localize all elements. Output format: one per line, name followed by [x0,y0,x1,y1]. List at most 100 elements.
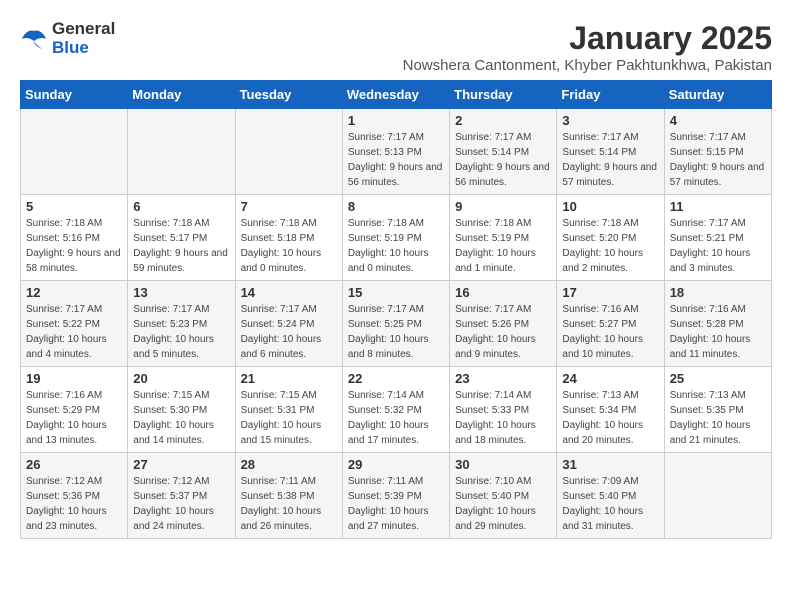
day-number: 14 [241,285,337,300]
week-row-5: 26 Sunrise: 7:12 AMSunset: 5:36 PMDayligh… [21,453,772,539]
day-info: Sunrise: 7:15 AMSunset: 5:30 PMDaylight:… [133,388,229,448]
calendar-cell: 18 Sunrise: 7:16 AMSunset: 5:28 PMDayligh… [664,281,771,367]
day-number: 5 [26,199,122,214]
calendar-cell: 14Sunrise: 7:17 AMSunset: 5:24 PMDayligh… [235,281,342,367]
calendar-cell: 29 Sunrise: 7:11 AMSunset: 5:39 PMDayligh… [342,453,449,539]
day-number: 11 [670,199,766,214]
calendar-cell: 16 Sunrise: 7:17 AMSunset: 5:26 PMDayligh… [450,281,557,367]
header-tuesday: Tuesday [235,81,342,109]
day-number: 21 [241,371,337,386]
day-info: Sunrise: 7:13 AMSunset: 5:35 PMDaylight:… [670,388,766,448]
title-block: January 2025 Nowshera Cantonment, Khyber… [403,20,772,74]
day-number: 9 [455,199,551,214]
day-info: Sunrise: 7:18 AMSunset: 5:19 PMDaylight:… [455,216,551,276]
day-number: 10 [562,199,658,214]
calendar-cell: 25Sunrise: 7:13 AMSunset: 5:35 PMDayligh… [664,367,771,453]
day-info: Sunrise: 7:17 AMSunset: 5:14 PMDaylight:… [455,130,551,190]
header-saturday: Saturday [664,81,771,109]
week-row-3: 12 Sunrise: 7:17 AMSunset: 5:22 PMDayligh… [21,281,772,367]
day-info: Sunrise: 7:12 AMSunset: 5:36 PMDaylight:… [26,474,122,534]
day-number: 20 [133,371,229,386]
day-number: 3 [562,113,658,128]
day-info: Sunrise: 7:13 AMSunset: 5:34 PMDaylight:… [562,388,658,448]
day-number: 1 [348,113,444,128]
day-info: Sunrise: 7:11 AMSunset: 5:39 PMDaylight:… [348,474,444,534]
calendar-cell: 5 Sunrise: 7:18 AMSunset: 5:16 PMDaylight… [21,195,128,281]
day-info: Sunrise: 7:18 AMSunset: 5:20 PMDaylight:… [562,216,658,276]
day-info: Sunrise: 7:12 AMSunset: 5:37 PMDaylight:… [133,474,229,534]
day-number: 28 [241,457,337,472]
calendar-cell: 27 Sunrise: 7:12 AMSunset: 5:37 PMDayligh… [128,453,235,539]
day-info: Sunrise: 7:16 AMSunset: 5:28 PMDaylight:… [670,302,766,362]
day-info: Sunrise: 7:18 AMSunset: 5:19 PMDaylight:… [348,216,444,276]
day-number: 4 [670,113,766,128]
calendar-cell: 28 Sunrise: 7:11 AMSunset: 5:38 PMDayligh… [235,453,342,539]
day-number: 27 [133,457,229,472]
day-info: Sunrise: 7:15 AMSunset: 5:31 PMDaylight:… [241,388,337,448]
week-row-4: 19Sunrise: 7:16 AMSunset: 5:29 PMDayligh… [21,367,772,453]
logo-general: General [52,19,115,38]
day-number: 30 [455,457,551,472]
calendar-cell: 26 Sunrise: 7:12 AMSunset: 5:36 PMDayligh… [21,453,128,539]
calendar-cell: 24 Sunrise: 7:13 AMSunset: 5:34 PMDayligh… [557,367,664,453]
calendar-cell [128,109,235,195]
day-number: 6 [133,199,229,214]
calendar-cell: 23Sunrise: 7:14 AMSunset: 5:33 PMDayligh… [450,367,557,453]
day-info: Sunrise: 7:10 AMSunset: 5:40 PMDaylight:… [455,474,551,534]
header-row: SundayMondayTuesdayWednesdayThursdayFrid… [21,81,772,109]
header-friday: Friday [557,81,664,109]
day-info: Sunrise: 7:17 AMSunset: 5:23 PMDaylight:… [133,302,229,362]
day-number: 26 [26,457,122,472]
week-row-2: 5 Sunrise: 7:18 AMSunset: 5:16 PMDaylight… [21,195,772,281]
calendar-cell: 4 Sunrise: 7:17 AMSunset: 5:15 PMDaylight… [664,109,771,195]
calendar-cell [21,109,128,195]
calendar-cell: 22 Sunrise: 7:14 AMSunset: 5:32 PMDayligh… [342,367,449,453]
logo-icon [20,27,48,51]
day-number: 18 [670,285,766,300]
day-info: Sunrise: 7:17 AMSunset: 5:22 PMDaylight:… [26,302,122,362]
header-sunday: Sunday [21,81,128,109]
logo-blue: Blue [52,38,89,57]
day-info: Sunrise: 7:18 AMSunset: 5:16 PMDaylight:… [26,216,122,276]
day-info: Sunrise: 7:11 AMSunset: 5:38 PMDaylight:… [241,474,337,534]
day-number: 13 [133,285,229,300]
day-number: 7 [241,199,337,214]
logo-text: General Blue [52,20,115,57]
day-number: 8 [348,199,444,214]
calendar-cell: 8 Sunrise: 7:18 AMSunset: 5:19 PMDaylight… [342,195,449,281]
day-info: Sunrise: 7:17 AMSunset: 5:15 PMDaylight:… [670,130,766,190]
day-number: 29 [348,457,444,472]
calendar-cell: 7 Sunrise: 7:18 AMSunset: 5:18 PMDaylight… [235,195,342,281]
day-number: 15 [348,285,444,300]
day-info: Sunrise: 7:17 AMSunset: 5:25 PMDaylight:… [348,302,444,362]
header-monday: Monday [128,81,235,109]
day-number: 12 [26,285,122,300]
header-wednesday: Wednesday [342,81,449,109]
day-info: Sunrise: 7:17 AMSunset: 5:26 PMDaylight:… [455,302,551,362]
calendar-cell: 20 Sunrise: 7:15 AMSunset: 5:30 PMDayligh… [128,367,235,453]
day-info: Sunrise: 7:14 AMSunset: 5:32 PMDaylight:… [348,388,444,448]
day-info: Sunrise: 7:17 AMSunset: 5:13 PMDaylight:… [348,130,444,190]
day-number: 16 [455,285,551,300]
day-info: Sunrise: 7:14 AMSunset: 5:33 PMDaylight:… [455,388,551,448]
day-number: 2 [455,113,551,128]
calendar-cell: 13 Sunrise: 7:17 AMSunset: 5:23 PMDayligh… [128,281,235,367]
calendar-cell: 6Sunrise: 7:18 AMSunset: 5:17 PMDaylight… [128,195,235,281]
calendar-cell [235,109,342,195]
day-info: Sunrise: 7:09 AMSunset: 5:40 PMDaylight:… [562,474,658,534]
calendar-table: SundayMondayTuesdayWednesdayThursdayFrid… [20,80,772,539]
calendar-cell: 3 Sunrise: 7:17 AMSunset: 5:14 PMDaylight… [557,109,664,195]
day-info: Sunrise: 7:16 AMSunset: 5:29 PMDaylight:… [26,388,122,448]
day-number: 31 [562,457,658,472]
header-thursday: Thursday [450,81,557,109]
logo: General Blue [20,20,115,57]
calendar-title: January 2025 [403,20,772,57]
calendar-cell: 10 Sunrise: 7:18 AMSunset: 5:20 PMDayligh… [557,195,664,281]
calendar-subtitle: Nowshera Cantonment, Khyber Pakhtunkhwa,… [403,57,772,74]
calendar-cell: 19Sunrise: 7:16 AMSunset: 5:29 PMDayligh… [21,367,128,453]
day-info: Sunrise: 7:18 AMSunset: 5:18 PMDaylight:… [241,216,337,276]
day-info: Sunrise: 7:17 AMSunset: 5:21 PMDaylight:… [670,216,766,276]
day-info: Sunrise: 7:17 AMSunset: 5:14 PMDaylight:… [562,130,658,190]
day-number: 24 [562,371,658,386]
day-number: 22 [348,371,444,386]
